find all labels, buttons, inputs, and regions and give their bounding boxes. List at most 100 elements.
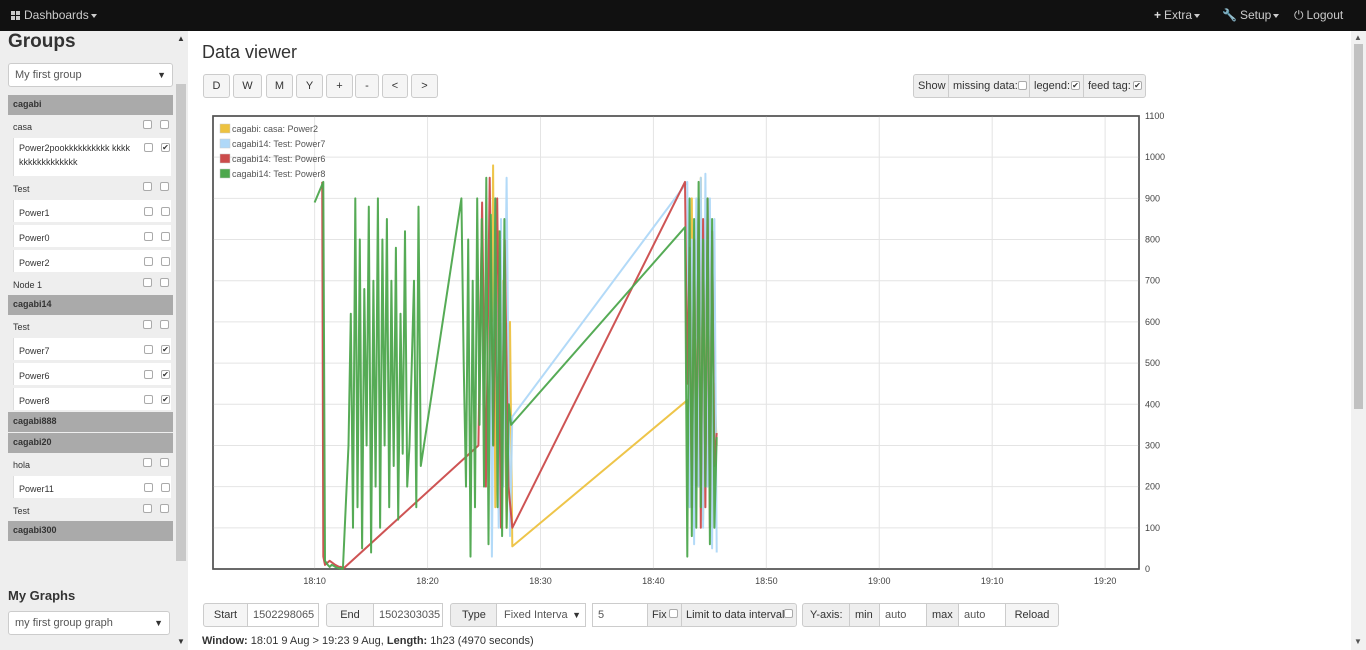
setup-menu[interactable]: 🔧 Setup (1222, 0, 1280, 31)
interval-input[interactable]: 5 (592, 603, 648, 627)
zoom-in-button[interactable]: + (326, 74, 353, 98)
end-button[interactable]: End (326, 603, 374, 627)
feed-row[interactable]: Power7 ✔ (13, 338, 171, 360)
group-node-row[interactable]: Node 1 (8, 275, 173, 293)
missing-data-option: missing data: (948, 74, 1030, 98)
scroll-up-icon[interactable]: ▲ (177, 34, 185, 43)
feed-tag-checkbox[interactable]: ✔ (1133, 81, 1142, 90)
feed-select-checkbox[interactable] (144, 483, 153, 492)
end-input[interactable]: 1502303035 (373, 603, 443, 627)
chevron-down-icon: ▼ (154, 618, 163, 628)
group-node-label: Test (13, 184, 30, 194)
month-button[interactable]: M (266, 74, 293, 98)
node-visible-checkbox[interactable] (160, 182, 169, 191)
y-tick-label: 900 (1145, 193, 1160, 203)
week-button[interactable]: W (233, 74, 262, 98)
power-icon: ⏻ (1294, 8, 1304, 22)
node-visible-checkbox[interactable] (160, 278, 169, 287)
ymax-input[interactable]: auto (958, 603, 1006, 627)
group-node-row[interactable]: Test (8, 179, 173, 197)
groups-title: Groups (8, 31, 76, 52)
group-user-label: cagabi (13, 99, 42, 109)
feed-row[interactable]: Power2 (13, 250, 171, 272)
missing-data-checkbox[interactable] (1018, 81, 1027, 90)
feed-select-checkbox[interactable] (144, 207, 153, 216)
group-node-row[interactable]: hola (8, 455, 173, 473)
node-select-checkbox[interactable] (143, 458, 152, 467)
x-tick-label: 19:10 (981, 576, 1004, 586)
group-node-row[interactable]: Test (8, 501, 173, 519)
page-scrollbar-thumb[interactable] (1354, 44, 1363, 409)
feed-visible-checkbox[interactable]: ✔ (161, 143, 170, 152)
logout-link[interactable]: ⏻ Logout (1294, 0, 1343, 31)
node-select-checkbox[interactable] (143, 120, 152, 129)
legend-swatch (219, 168, 231, 179)
extra-menu[interactable]: + Extra (1154, 0, 1201, 31)
group-user-row[interactable]: cagabi14 (8, 295, 173, 315)
group-user-row[interactable]: cagabi300 (8, 521, 173, 541)
group-node-row[interactable]: Test (8, 317, 173, 335)
y-tick-label: 0 (1145, 564, 1150, 574)
feed-row[interactable]: Power1 (13, 200, 171, 222)
fix-checkbox[interactable] (669, 609, 678, 618)
feed-visible-checkbox[interactable] (161, 483, 170, 492)
year-button[interactable]: Y (296, 74, 323, 98)
feed-select-checkbox[interactable] (144, 232, 153, 241)
sidebar-scrollbar[interactable] (176, 84, 186, 561)
type-select[interactable]: Fixed Interva ▼ (496, 603, 586, 627)
feed-visible-checkbox[interactable]: ✔ (161, 345, 170, 354)
graph-select[interactable]: my first group graph ▼ (8, 611, 170, 635)
data-chart[interactable]: 0 100 200 300 400 500 600 700 800 900 1000 1100 18:1… (190, 105, 1190, 590)
setup-label: Setup (1239, 8, 1272, 22)
day-button[interactable]: D (203, 74, 230, 98)
group-user-label: cagabi14 (13, 299, 52, 309)
feed-row[interactable]: Power8 ✔ (13, 388, 171, 410)
y-tick-label: 300 (1145, 440, 1160, 450)
zoom-out-button[interactable]: - (355, 74, 379, 98)
node-select-checkbox[interactable] (143, 504, 152, 513)
ymin-label: min (849, 603, 880, 627)
node-select-checkbox[interactable] (143, 182, 152, 191)
reload-button[interactable]: Reload (1005, 603, 1059, 627)
scroll-down-icon[interactable]: ▼ (177, 637, 185, 646)
ymin-input[interactable]: auto (879, 603, 927, 627)
dashboards-menu[interactable]: Dashboards (11, 0, 97, 31)
group-node-row[interactable]: casa (8, 117, 173, 135)
group-select[interactable]: My first group ▼ (8, 63, 173, 87)
node-visible-checkbox[interactable] (160, 120, 169, 129)
node-visible-checkbox[interactable] (160, 458, 169, 467)
start-input[interactable]: 1502298065 (247, 603, 319, 627)
feed-visible-checkbox[interactable] (161, 207, 170, 216)
feed-select-checkbox[interactable] (144, 257, 153, 266)
feed-row[interactable]: Power2pookkkkkkkkkk kkkkkkkkkkkkkkkkk ✔ (13, 138, 171, 176)
feed-visible-checkbox[interactable]: ✔ (161, 370, 170, 379)
group-user-row[interactable]: cagabi20 (8, 433, 173, 453)
feed-select-checkbox[interactable] (144, 345, 153, 354)
feed-visible-checkbox[interactable] (161, 232, 170, 241)
group-user-row[interactable]: cagabi888 (8, 412, 173, 432)
node-select-checkbox[interactable] (143, 278, 152, 287)
chevron-down-icon: ▼ (157, 70, 166, 80)
start-button[interactable]: Start (203, 603, 248, 627)
feed-row[interactable]: Power11 (13, 476, 171, 498)
feed-select-checkbox[interactable] (144, 395, 153, 404)
node-visible-checkbox[interactable] (160, 504, 169, 513)
feed-row[interactable]: Power0 (13, 225, 171, 247)
node-visible-checkbox[interactable] (160, 320, 169, 329)
node-select-checkbox[interactable] (143, 320, 152, 329)
legend-checkbox[interactable]: ✔ (1071, 81, 1080, 90)
x-tick-label: 18:30 (529, 576, 552, 586)
scroll-up-icon[interactable]: ▲ (1354, 33, 1362, 42)
feed-label: Power6 (19, 371, 50, 381)
pan-left-button[interactable]: < (382, 74, 408, 98)
legend-swatch (219, 153, 231, 164)
limit-checkbox[interactable] (784, 609, 793, 618)
feed-select-checkbox[interactable] (144, 370, 153, 379)
group-user-row[interactable]: cagabi (8, 95, 173, 115)
feed-row[interactable]: Power6 ✔ (13, 363, 171, 385)
scroll-down-icon[interactable]: ▼ (1354, 637, 1362, 646)
feed-visible-checkbox[interactable]: ✔ (161, 395, 170, 404)
feed-visible-checkbox[interactable] (161, 257, 170, 266)
pan-right-button[interactable]: > (411, 74, 438, 98)
feed-select-checkbox[interactable] (144, 143, 153, 152)
